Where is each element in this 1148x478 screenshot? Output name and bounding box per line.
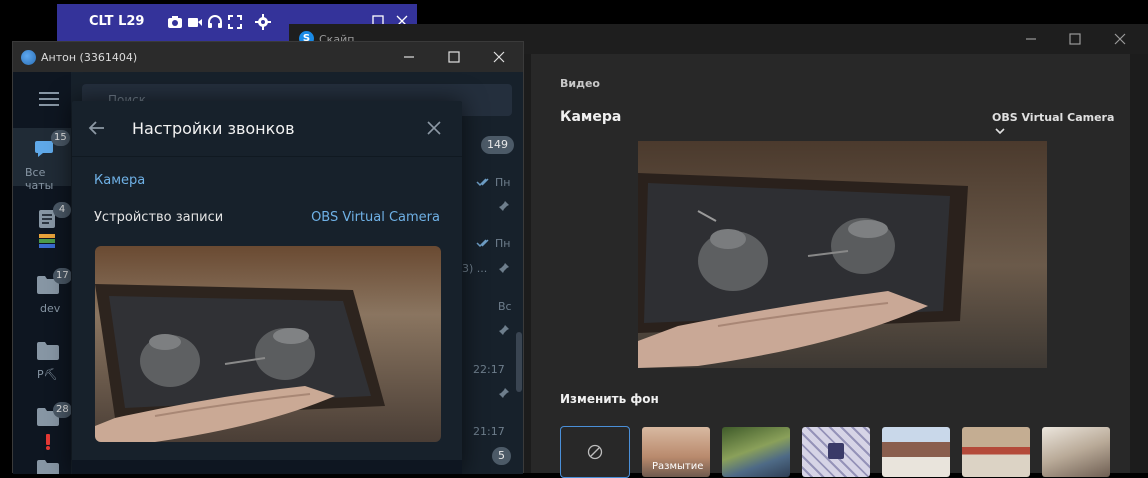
- sidebar-item-folder[interactable]: 28: [13, 394, 72, 450]
- dialog-title: Настройки звонков: [132, 119, 295, 138]
- close-icon[interactable]: [427, 121, 441, 135]
- exclamation-icon: [45, 434, 51, 450]
- sidebar-item-folder[interactable]: 4: [13, 196, 71, 256]
- background-option-room[interactable]: [962, 427, 1030, 477]
- sidebar-item-folder[interactable]: Р⛏: [13, 328, 71, 384]
- read-check-icon: [476, 238, 492, 248]
- video-icon[interactable]: [187, 14, 203, 30]
- close-icon[interactable]: [1113, 32, 1127, 46]
- message-time: 21:17: [473, 425, 505, 438]
- sidebar-item-label: Все чаты: [25, 166, 54, 192]
- device-name: CLT L29: [89, 14, 145, 29]
- background-option-blur[interactable]: Размытие: [642, 427, 710, 477]
- chevron-down-icon: [995, 127, 1005, 135]
- scrollbar-track[interactable]: [1130, 54, 1148, 473]
- message-preview: 3) ...: [462, 262, 488, 275]
- headphones-icon[interactable]: [207, 14, 223, 30]
- message-time: 22:17: [473, 363, 505, 376]
- pin-icon: [498, 262, 510, 274]
- sidebar-item-all-chats[interactable]: 15 Все чаты: [13, 128, 71, 192]
- sidebar-item-folder[interactable]: [13, 454, 71, 474]
- sidebar-item-dev[interactable]: 17 dev: [13, 262, 72, 318]
- folders-sidebar: 15 Все чаты 4 17 dev Р⛏ 28: [13, 72, 72, 474]
- close-icon[interactable]: [492, 50, 506, 64]
- change-background-label: Изменить фон: [560, 392, 659, 406]
- folder-icon: [37, 460, 59, 474]
- background-option-pattern[interactable]: [802, 427, 870, 477]
- gear-icon[interactable]: [255, 14, 271, 30]
- background-option-office[interactable]: [882, 427, 950, 477]
- camera-select-value: OBS Virtual Camera: [992, 111, 1115, 124]
- minimize-icon[interactable]: [1024, 32, 1038, 46]
- message-time: Пн: [495, 176, 511, 189]
- camera-label: Камера: [560, 109, 622, 125]
- telegram-window: Антон (3361404) 15 Все чаты 4 17 dev Р⛏ …: [12, 41, 524, 474]
- maximize-icon[interactable]: [447, 50, 461, 64]
- call-settings-dialog: Настройки звонков Камера Устройство запи…: [72, 101, 462, 474]
- unread-badge: 15: [51, 130, 70, 146]
- pin-icon: [498, 324, 510, 336]
- back-arrow-icon[interactable]: [88, 119, 106, 137]
- unread-badge: 17: [53, 268, 72, 284]
- message-time: Пн: [495, 237, 511, 250]
- dialog-header: Настройки звонков: [72, 101, 462, 157]
- section-heading: Камера: [94, 173, 146, 188]
- background-option-nature[interactable]: [722, 427, 790, 477]
- section-heading: Видео: [560, 77, 600, 90]
- background-option-interior[interactable]: [1042, 427, 1110, 477]
- pin-icon: [498, 200, 510, 212]
- recording-device-label: Устройство записи: [94, 210, 224, 225]
- unread-badge: 149: [481, 136, 514, 154]
- camera-icon[interactable]: [167, 14, 183, 30]
- camera-preview: [638, 141, 1047, 368]
- window-title: Антон (3361404): [41, 51, 138, 64]
- read-check-icon: [476, 177, 492, 187]
- unread-badge: 5: [492, 447, 511, 465]
- pattern-icon: [828, 443, 844, 459]
- sidebar-item-label: dev: [40, 302, 61, 315]
- telegram-titlebar: Антон (3361404): [13, 42, 523, 72]
- scrollbar-thumb[interactable]: [516, 332, 522, 392]
- minimize-icon[interactable]: [402, 50, 416, 64]
- fullscreen-icon[interactable]: [227, 14, 243, 30]
- none-icon: [587, 444, 603, 460]
- dialog-footer: [72, 460, 462, 474]
- skype-settings-panel: Видео Камера OBS Virtual Camera Изменить…: [531, 54, 1130, 478]
- message-time: Вс: [498, 300, 512, 313]
- recording-device-select[interactable]: OBS Virtual Camera: [311, 210, 440, 225]
- camera-select[interactable]: OBS Virtual Camera: [992, 111, 1130, 137]
- camera-preview: [95, 246, 441, 442]
- pin-icon: [498, 387, 510, 399]
- unread-badge: 28: [53, 402, 72, 418]
- sidebar-item-label: Р⛏: [37, 368, 58, 381]
- folder-icon: [37, 342, 59, 360]
- unread-badge: 4: [53, 202, 71, 218]
- books-icon: [39, 234, 55, 248]
- telegram-app-icon: [21, 50, 36, 65]
- menu-icon[interactable]: [39, 92, 59, 106]
- maximize-icon[interactable]: [1068, 32, 1082, 46]
- no-background-option[interactable]: [560, 426, 630, 478]
- background-caption: Размытие: [652, 461, 704, 472]
